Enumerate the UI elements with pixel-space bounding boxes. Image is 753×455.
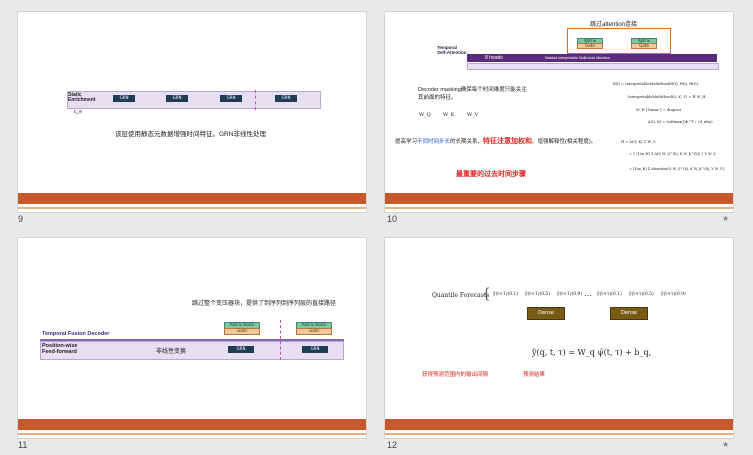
heads-label: 8 heads	[485, 55, 503, 61]
slide-thumbnail-11[interactable]: 跳过整个变压器块，提供了到序列到序列层的直接路径 Add & Norm Gate…	[18, 238, 366, 438]
quantile-formula: ŷ(q, t, τ) = W_q ψ̃(t, τ) + b_q,	[532, 348, 652, 357]
longrange-part-c: 的长期关系，	[450, 139, 484, 145]
wq-label: W_Q	[419, 112, 431, 118]
quantile-4: ŷ(t+τ)(0.1)	[597, 292, 622, 297]
gate-block-2: Gate	[296, 328, 332, 335]
formula-7: = (1/m_H) Σ Attention(Q W_Q^(h), K W_K^(…	[629, 167, 725, 171]
temporal-self-attention-label: Temporal Self-Attention	[437, 45, 467, 55]
quantile-5: ŷ(t+τ)(0.5)	[629, 292, 654, 297]
longrange-part-d: 。增强解释性(相关程度)。	[532, 139, 597, 145]
footer-bar	[385, 419, 733, 430]
slide-thumbnail-9[interactable]: Static Enrichment c_e GRN GRN GRN GRN 该层…	[18, 12, 366, 212]
grn-block-2: GRN	[302, 346, 328, 353]
skip-transformer-note: 跳过整个变压器块，提供了到序列到序列层的直接路径	[192, 301, 337, 307]
longrange-part-b: 不同时间步长	[417, 139, 451, 145]
output-interval-note: 获得预测范围内的输出间隔	[422, 372, 489, 378]
longrange-red: 特征注意加权和	[483, 138, 533, 145]
grn-block-2: GRN	[166, 95, 188, 102]
footer-stripe	[385, 207, 733, 209]
footer-stripe	[385, 433, 733, 435]
skip-attention-note: 跳过attention连接	[590, 22, 638, 28]
grn-block-3: GRN	[220, 95, 242, 102]
slide-thumbnail-10[interactable]: 跳过attention连接 Add & Norm Gate Add & Norm…	[385, 12, 733, 212]
footer-bar	[385, 193, 733, 204]
slide-9-caption: 该层使用静态元数据增强时间特征。GRN非线性处理	[115, 131, 266, 138]
feedforward-block	[40, 341, 344, 360]
gate-block-1: Gate	[224, 328, 260, 335]
quantile-2: ŷ(t+1)(0.5)	[525, 292, 551, 297]
grn-block-4: GRN	[275, 95, 297, 102]
temporal-fusion-decoder-title: Temporal Fusion Decoder	[42, 331, 110, 337]
quantile-brace: {	[482, 286, 491, 302]
grn-block-1: GRN	[113, 95, 135, 102]
attention-lower-band	[467, 63, 719, 70]
slide-number-11: 11	[18, 440, 28, 450]
attention-label: Masked Interpretable Multi-head Attentio…	[545, 56, 610, 60]
quantile-1: ŷ(t+1)(0.1)	[493, 292, 519, 297]
longrange-part-a: 提高学习	[395, 139, 418, 145]
divider-line	[255, 90, 256, 110]
footer-bar	[18, 193, 366, 204]
dense-block-1: Dense	[527, 307, 565, 320]
formula-2: InterpretableMultiHead(Q, K, V) = H̃ W_H…	[628, 95, 707, 99]
dense-block-2: Dense	[610, 307, 648, 320]
slide-number-9: 9	[18, 214, 24, 224]
wv-label: W_V	[467, 112, 479, 118]
star-icon: ★	[722, 214, 730, 223]
gate-block-1: Gate	[577, 43, 603, 49]
footer-bar	[18, 419, 366, 430]
important-steps-note: 最重要的过去时间步骤	[456, 171, 526, 178]
star-icon: ★	[722, 440, 730, 449]
ce-label: c_e	[74, 109, 83, 115]
formula-1: B(t) = InterpretableMultiHead(Θ(t), Θ(t)…	[613, 82, 700, 86]
formula-5: H̃ = Ã(Q, K) V W_V,	[621, 140, 657, 144]
slide-sorter-view: { "slides": [ { "number": "9", "diagram_…	[0, 0, 753, 455]
quantile-3: ŷ(t+1)(0.9)	[557, 292, 583, 297]
quantile-ellipsis: …	[584, 289, 592, 298]
formula-3: W_H [ linear ] → dropout	[636, 108, 682, 112]
quantile-6: ŷ(t+τ)(0.9)	[661, 292, 686, 297]
prediction-result-note: 预测结果	[523, 372, 546, 378]
masking-text: Decoder masking确保每个时间维度只能关注其前面的特征。	[418, 87, 527, 101]
footer-stripe	[18, 433, 366, 435]
nonlinear-label: 非线性变换	[156, 349, 187, 355]
slide-thumbnail-12[interactable]: Quantile Forecasts { ŷ(t+1)(0.1) ŷ(t+1)(…	[385, 238, 733, 438]
formula-6: = { (1/m_H) Σ A(Q W_Q^(h), K W_K^(h)) } …	[629, 152, 717, 156]
longrange-text: 提高学习不同时间步长的长期关系，特征注意加权和。增强解释性(相关程度)。	[395, 138, 625, 146]
formula-4: A(Q, K) = Softmax(QK^T / √d_attn)	[648, 120, 713, 124]
gate-block-2: Gate	[631, 43, 657, 49]
slide-number-10: 10	[387, 214, 398, 224]
divider-line	[280, 320, 281, 360]
static-enrichment-label: Static Enrichment	[68, 92, 96, 103]
slide-number-12: 12	[387, 440, 398, 450]
grn-block-1: GRN	[228, 346, 254, 353]
position-wise-feedforward-label: Position-wise Feed-forward	[42, 343, 78, 355]
wk-label: W_K	[443, 112, 455, 118]
quantile-forecasts-label: Quantile Forecasts	[432, 292, 490, 299]
footer-stripe	[18, 207, 366, 209]
